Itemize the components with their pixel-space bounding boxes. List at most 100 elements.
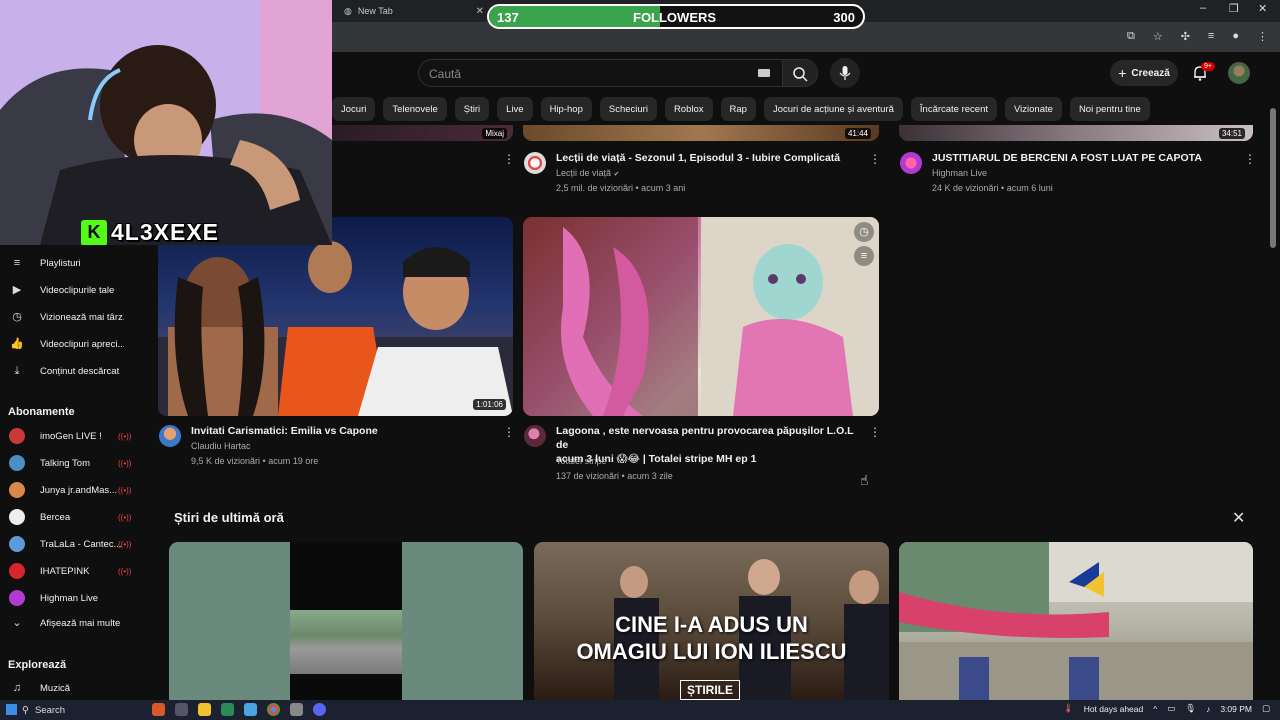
subscription-item[interactable]: Talking Tom ((•)): [0, 450, 146, 476]
sidebar-item-label: Videoclipurile tale: [40, 284, 115, 296]
voice-search-button[interactable]: [830, 58, 860, 88]
more-options-icon[interactable]: ⋮: [1244, 152, 1256, 166]
more-options-icon[interactable]: ⋮: [869, 425, 881, 439]
kick-logo-icon: K: [81, 219, 107, 245]
keyboard-icon[interactable]: [758, 69, 770, 77]
news-card[interactable]: [899, 542, 1253, 700]
notification-center-icon[interactable]: ▢: [1262, 703, 1270, 714]
app-icon[interactable]: [244, 703, 257, 716]
sidebar-item-4[interactable]: ⤓ Conținut descărcat: [0, 358, 146, 384]
minimize-button[interactable]: –: [1200, 2, 1206, 14]
chrome-icon[interactable]: [267, 703, 280, 716]
tab-close-icon[interactable]: ✕: [476, 6, 484, 17]
channel-name[interactable]: Totalei stripe: [556, 454, 607, 469]
video-thumbnail[interactable]: 34:51: [899, 125, 1253, 141]
playlist-icon: ≡: [13, 257, 21, 269]
subscription-item[interactable]: Junya jr.andMas... ((•)): [0, 477, 146, 503]
video-title[interactable]: Invitati Carismatici: Emilia vs Capone: [191, 424, 501, 438]
add-to-queue-thumb-icon[interactable]: ≡: [854, 246, 874, 266]
restore-button[interactable]: ❐: [1229, 2, 1239, 15]
browser-tab[interactable]: ◍ New Tab ✕: [334, 2, 490, 20]
channel-avatar[interactable]: [900, 152, 922, 174]
search-button[interactable]: [782, 59, 818, 87]
chip-11[interactable]: Noi pentru tine: [1069, 97, 1150, 121]
video-thumbnail[interactable]: 41:44: [523, 125, 879, 141]
browser-menu-icon[interactable]: ⋮: [1257, 30, 1268, 43]
subscription-item[interactable]: imoGen LIVE ! ((•)): [0, 423, 146, 449]
task-view-icon[interactable]: [175, 703, 188, 716]
more-options-icon[interactable]: ⋮: [503, 152, 515, 166]
sidebar-item-0[interactable]: ≡ Playlisturi: [0, 250, 146, 276]
search-icon: [793, 67, 808, 82]
subscription-item[interactable]: Bercea ((•)): [0, 504, 146, 530]
widgets-icon[interactable]: [152, 703, 165, 716]
chip-0[interactable]: Jocuri: [332, 97, 376, 121]
chip-10[interactable]: Vizionate: [1005, 97, 1062, 121]
account-avatar[interactable]: [1228, 62, 1250, 84]
subscription-item[interactable]: TraLaLa - Cantec... ((•)): [0, 531, 146, 557]
live-icon: ((•)): [118, 458, 132, 468]
watch-later-icon: ◷: [12, 311, 22, 323]
video-thumbnail[interactable]: 1:01:06: [158, 217, 513, 416]
obs-icon[interactable]: [221, 703, 234, 716]
chip-7[interactable]: Rap: [720, 97, 756, 121]
chip-3[interactable]: Live: [497, 97, 533, 121]
taskbar-search[interactable]: ⚲ Search: [22, 702, 142, 718]
windows-start-icon[interactable]: [6, 704, 17, 715]
bookmark-star-icon[interactable]: ☆: [1153, 30, 1163, 43]
chip-9[interactable]: Încărcate recent: [910, 97, 998, 121]
sidebar-item-1[interactable]: ▶ Videoclipurile tale: [0, 277, 146, 303]
sidebar-item-3[interactable]: 👍 Videoclipuri apreci...: [0, 331, 146, 357]
subscription-label: TraLaLa - Cantec...: [40, 538, 122, 550]
reading-list-icon[interactable]: ≡: [1208, 30, 1214, 43]
sidebar-item-2[interactable]: ◷ Vizionează mai târz...: [0, 304, 146, 330]
volume-icon[interactable]: ♪: [1206, 704, 1210, 714]
close-icon[interactable]: ✕: [1232, 508, 1245, 528]
more-options-icon[interactable]: ⋮: [503, 425, 515, 439]
video-thumbnail[interactable]: Mixaj: [332, 125, 513, 141]
chip-5[interactable]: Scheciuri: [599, 97, 657, 121]
close-window-button[interactable]: ✕: [1258, 2, 1267, 15]
live-icon: ((•)): [118, 512, 132, 522]
explore-item-0[interactable]: ♫ Muzică: [0, 675, 146, 701]
show-more-button[interactable]: ⌄ Afișează mai multe: [0, 610, 146, 636]
channel-name[interactable]: Highman Live: [932, 166, 987, 181]
video-title[interactable]: JUSTITIARUL DE BERCENI A FOST LUAT PE CA…: [932, 151, 1232, 165]
chip-6[interactable]: Roblox: [664, 97, 713, 121]
page-scrollbar[interactable]: [1270, 108, 1276, 248]
microphone-icon[interactable]: 🎙: [1185, 703, 1196, 714]
weather-icon[interactable]: 🌡: [1063, 703, 1074, 714]
subscription-item[interactable]: Highman Live: [0, 585, 146, 611]
channel-avatar[interactable]: [524, 152, 546, 174]
channel-name[interactable]: Claudiu Hartac: [191, 439, 251, 454]
app-icon[interactable]: [290, 703, 303, 716]
search-input[interactable]: Caută: [418, 59, 784, 87]
live-icon: ((•)): [118, 566, 132, 576]
more-options-icon[interactable]: ⋮: [869, 152, 881, 166]
tray-expand-icon[interactable]: ^: [1153, 704, 1157, 714]
news-card[interactable]: [169, 542, 523, 700]
chip-1[interactable]: Telenovele: [383, 97, 447, 121]
video-title[interactable]: Lecții de viață - Sezonul 1, Episodul 3 …: [556, 151, 856, 165]
time[interactable]: 3:09 PM: [1220, 704, 1252, 714]
verified-icon: ✔: [613, 171, 620, 178]
channel-name[interactable]: Lecții de viață ✔: [556, 166, 619, 182]
chip-4[interactable]: Hip-hop: [540, 97, 592, 121]
channel-avatar: [9, 590, 25, 606]
channel-avatar[interactable]: [524, 425, 546, 447]
profile-icon[interactable]: ●: [1232, 30, 1239, 43]
chip-8[interactable]: Jocuri de acțiune și aventură: [763, 97, 903, 121]
network-icon[interactable]: ▭: [1167, 703, 1175, 714]
weather-text[interactable]: Hot days ahead: [1084, 704, 1144, 714]
watch-later-thumb-icon[interactable]: ◷: [854, 222, 874, 242]
cast-icon[interactable]: ⧉: [1127, 30, 1135, 43]
video-thumbnail[interactable]: ◷ ≡: [523, 217, 879, 416]
chip-2[interactable]: Știri: [454, 97, 490, 121]
subscription-item[interactable]: IHATEPINK ((•)): [0, 558, 146, 584]
extensions-icon[interactable]: ✣: [1181, 30, 1190, 43]
discord-icon[interactable]: [313, 703, 326, 716]
channel-avatar[interactable]: [159, 425, 181, 447]
file-explorer-icon[interactable]: [198, 703, 211, 716]
news-card[interactable]: CINE I-A ADUS UN OMAGIU LUI ION ILIESCU …: [534, 542, 889, 700]
create-button[interactable]: + Creează: [1110, 60, 1178, 86]
